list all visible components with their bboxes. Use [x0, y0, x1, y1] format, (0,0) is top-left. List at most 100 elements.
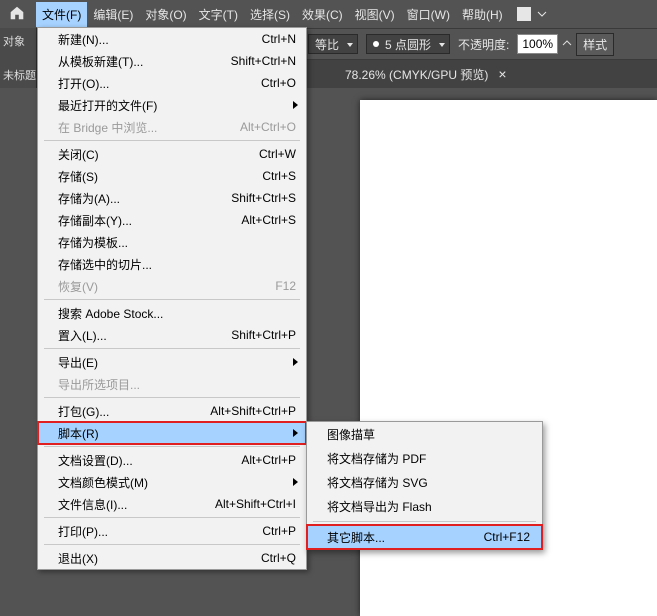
menu-item-shortcut: Alt+Ctrl+P	[241, 453, 296, 467]
menu-item[interactable]: 搜索 Adobe Stock...	[38, 302, 306, 324]
menu-effect[interactable]: 效果(C)	[296, 2, 349, 27]
menu-select[interactable]: 选择(S)	[244, 2, 296, 27]
menu-object[interactable]: 对象(O)	[139, 2, 192, 27]
menu-item[interactable]: 脚本(R)	[38, 422, 306, 444]
opacity-arrow-icon[interactable]	[562, 39, 572, 49]
menu-text[interactable]: 文字(T)	[193, 2, 244, 27]
workspace-icon[interactable]	[517, 7, 531, 21]
submenu-item[interactable]: 将文档存储为 SVG	[307, 470, 542, 494]
menu-item-shortcut: Shift+Ctrl+S	[231, 191, 296, 205]
submenu-item[interactable]: 将文档存储为 PDF	[307, 446, 542, 470]
style-button[interactable]: 样式	[576, 33, 614, 56]
document-tab[interactable]: 78.26% (CMYK/GPU 预览) ×	[337, 66, 519, 83]
submenu-item-label: 将文档导出为 Flash	[327, 498, 432, 515]
opacity-label: 不透明度:	[454, 36, 513, 53]
dot-icon	[373, 41, 379, 47]
menu-item-shortcut: Ctrl+Q	[261, 551, 296, 565]
menu-item-shortcut: Alt+Shift+Ctrl+I	[215, 497, 296, 511]
document-tab-label: 78.26% (CMYK/GPU 预览)	[345, 66, 488, 83]
menu-item[interactable]: 文件信息(I)... Alt+Shift+Ctrl+I	[38, 493, 306, 515]
menu-item-label: 存储(S)	[58, 168, 98, 185]
menu-item-shortcut: Ctrl+P	[262, 524, 296, 538]
menu-item[interactable]: 置入(L)... Shift+Ctrl+P	[38, 324, 306, 346]
menu-item-label: 置入(L)...	[58, 327, 107, 344]
menu-item-shortcut: F12	[275, 279, 296, 293]
menu-file[interactable]: 文件(F)	[36, 2, 87, 27]
menu-item[interactable]: 存储选中的切片...	[38, 253, 306, 275]
menu-item-label: 关闭(C)	[58, 146, 99, 163]
file-menu-dropdown: 新建(N)... Ctrl+N 从模板新建(T)... Shift+Ctrl+N 打开(…	[37, 27, 307, 570]
submenu-item-label: 将文档存储为 PDF	[327, 450, 426, 467]
close-icon[interactable]: ×	[498, 66, 506, 82]
chevron-down-icon[interactable]	[537, 9, 547, 19]
menu-item-shortcut: Ctrl+O	[261, 76, 296, 90]
menu-item[interactable]: 关闭(C) Ctrl+W	[38, 143, 306, 165]
menu-item-shortcut: Alt+Shift+Ctrl+P	[210, 404, 296, 418]
submenu-item-label: 其它脚本...	[327, 529, 385, 546]
menu-item-shortcut: Ctrl+W	[259, 147, 296, 161]
menu-view[interactable]: 视图(V)	[349, 2, 401, 27]
menu-item-label: 导出(E)	[58, 354, 98, 371]
menu-item[interactable]: 存储为(A)... Shift+Ctrl+S	[38, 187, 306, 209]
menu-item-label: 存储副本(Y)...	[58, 212, 132, 229]
proportions-select[interactable]: 等比	[308, 34, 358, 54]
menubar: 文件(F) 编辑(E) 对象(O) 文字(T) 选择(S) 效果(C) 视图(V…	[0, 0, 657, 28]
menu-item-label: 最近打开的文件(F)	[58, 97, 157, 114]
submenu-item[interactable]: 将文档导出为 Flash	[307, 494, 542, 518]
strip-object-label: 对象	[3, 33, 25, 49]
menu-item-label: 在 Bridge 中浏览...	[58, 119, 157, 136]
left-strip: 对象 未标题	[0, 28, 37, 88]
menu-item-label: 存储选中的切片...	[58, 256, 152, 273]
menu-item-label: 打包(G)...	[58, 403, 109, 420]
menu-item[interactable]: 退出(X)Ctrl+Q	[38, 547, 306, 569]
opacity-input[interactable]: 100%	[517, 34, 558, 54]
menu-item[interactable]: 打包(G)... Alt+Shift+Ctrl+P	[38, 400, 306, 422]
menu-item-label: 新建(N)...	[58, 31, 109, 48]
home-icon[interactable]	[8, 4, 28, 24]
menu-item-label: 打开(O)...	[58, 75, 109, 92]
menu-item[interactable]: 打开(O)... Ctrl+O	[38, 72, 306, 94]
menu-item-shortcut: Alt+Ctrl+S	[241, 213, 296, 227]
scripts-submenu: 图像描草将文档存储为 PDF 将文档存储为 SVG 将文档导出为 Flash 其它脚本…	[306, 421, 543, 550]
submenu-item-label: 图像描草	[327, 426, 375, 443]
menu-item-label: 文件信息(I)...	[58, 496, 127, 513]
menu-item-label: 打印(P)...	[58, 523, 108, 540]
menu-item: 在 Bridge 中浏览... Alt+Ctrl+O	[38, 116, 306, 138]
submenu-item-shortcut: Ctrl+F12	[484, 530, 530, 544]
menu-item-shortcut: Shift+Ctrl+P	[231, 328, 296, 342]
chevron-right-icon	[293, 101, 298, 109]
menu-item-label: 存储为模板...	[58, 234, 128, 251]
menu-item-label: 从模板新建(T)...	[58, 53, 143, 70]
menu-item-shortcut: Shift+Ctrl+N	[231, 54, 296, 68]
menu-item[interactable]: 打印(P)... Ctrl+P	[38, 520, 306, 542]
menu-item[interactable]: 文档设置(D)... Alt+Ctrl+P	[38, 449, 306, 471]
menu-item[interactable]: 存储为模板...	[38, 231, 306, 253]
menu-item-label: 恢复(V)	[58, 278, 98, 295]
strip-untitled-label: 未标题	[3, 67, 36, 83]
chevron-right-icon	[293, 429, 298, 437]
menu-item: 恢复(V) F12	[38, 275, 306, 297]
submenu-item[interactable]: 图像描草	[307, 422, 542, 446]
menu-item[interactable]: 新建(N)... Ctrl+N	[38, 28, 306, 50]
menu-item-label: 搜索 Adobe Stock...	[58, 305, 163, 322]
menu-item: 导出所选项目...	[38, 373, 306, 395]
brush-select[interactable]: 5 点圆形	[366, 34, 450, 54]
menu-item[interactable]: 存储(S) Ctrl+S	[38, 165, 306, 187]
menu-item-label: 文档设置(D)...	[58, 452, 133, 469]
menu-item-shortcut: Ctrl+N	[262, 32, 296, 46]
chevron-right-icon	[293, 478, 298, 486]
menu-item[interactable]: 从模板新建(T)... Shift+Ctrl+N	[38, 50, 306, 72]
menu-window[interactable]: 窗口(W)	[401, 2, 456, 27]
menu-item-label: 存储为(A)...	[58, 190, 120, 207]
menu-item-shortcut: Alt+Ctrl+O	[240, 120, 296, 134]
menu-item-label: 脚本(R)	[58, 425, 99, 442]
menu-help[interactable]: 帮助(H)	[456, 2, 509, 27]
menu-item[interactable]: 导出(E)	[38, 351, 306, 373]
menu-item[interactable]: 存储副本(Y)... Alt+Ctrl+S	[38, 209, 306, 231]
menu-item-shortcut: Ctrl+S	[262, 169, 296, 183]
menu-edit[interactable]: 编辑(E)	[87, 2, 139, 27]
chevron-right-icon	[293, 358, 298, 366]
submenu-item[interactable]: 其它脚本... Ctrl+F12	[307, 525, 542, 549]
menu-item[interactable]: 文档颜色模式(M)	[38, 471, 306, 493]
menu-item[interactable]: 最近打开的文件(F)	[38, 94, 306, 116]
